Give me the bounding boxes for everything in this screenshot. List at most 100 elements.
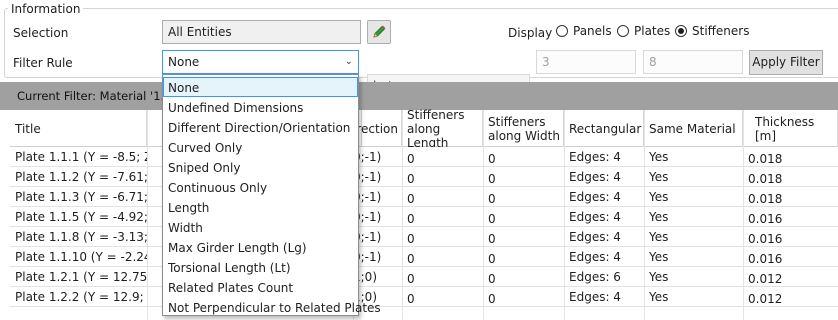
table-row[interactable]: Plate 1.1.8 (Y = -3.13; Z = 1. 0;-1) 0 0 Edg… — [10, 227, 838, 247]
dropdown-option[interactable]: Undefined Dimensions — [163, 97, 358, 117]
cell-sw: 0 — [488, 192, 496, 206]
table-row[interactable]: Plate 1.1.10 (Y = -2.24; Z = 1 0;-1) 0 0 Edg… — [10, 247, 838, 267]
filter-rule-value: None — [168, 55, 200, 69]
table-header: Title irection Stiffeners along Length S… — [10, 108, 838, 150]
cell-sl: 0 — [407, 172, 415, 186]
column-stiffeners-length[interactable]: Stiffeners along Length — [402, 108, 483, 150]
display-plates-label: Plates — [634, 24, 671, 38]
column-same-material[interactable]: Same Material — [644, 110, 743, 147]
cell-same: Yes — [649, 270, 669, 284]
cell-title: Plate 1.1.8 (Y = -3.13; Z = 1. — [15, 230, 147, 244]
column-stiffeners-width[interactable]: Stiffeners along Width — [483, 110, 564, 147]
column-thickness[interactable]: Thickness [m] — [743, 110, 838, 147]
column-divider — [483, 110, 484, 320]
column-divider — [147, 110, 148, 320]
display-stiffeners-radio[interactable]: Stiffeners — [675, 24, 749, 38]
cell-thick: 0.016 — [748, 212, 783, 226]
filter-rule-dropdown: None Undefined Dimensions Different Direct… — [162, 74, 381, 317]
dropdown-option[interactable]: Curved Only — [163, 137, 358, 157]
dropdown-option[interactable]: Sniped Only — [163, 157, 358, 177]
cell-thick: 0.016 — [748, 232, 783, 246]
radio-circle — [617, 25, 629, 37]
information-group-title: Information — [8, 2, 84, 16]
display-stiffeners-label: Stiffeners — [692, 24, 750, 38]
dropdown-option[interactable]: Max Girder Length (Lg) — [163, 237, 358, 257]
chevron-down-icon: ⌄ — [344, 56, 353, 67]
column-divider — [743, 110, 744, 320]
cell-dir: 0;-1) — [353, 210, 382, 224]
cell-rect: Edges: 4 — [569, 150, 621, 164]
radio-circle — [556, 25, 568, 37]
cell-sl: 0 — [407, 232, 415, 246]
cell-rect: Edges: 4 — [569, 190, 621, 204]
table-row[interactable]: Plate 1.1.1 (Y = -8.5; Z = 1.1 0;-1) 0 0 Edg… — [10, 147, 838, 167]
cell-thick: 0.016 — [748, 252, 783, 266]
cell-dir: 0;-1) — [353, 250, 382, 264]
cell-sl: 0 — [407, 192, 415, 206]
cell-thick: 0.018 — [748, 172, 783, 186]
current-filter-bar: Current Filter: Material '1..M — [0, 82, 838, 110]
cell-sw: 0 — [488, 252, 496, 266]
cell-sl: 0 — [407, 252, 415, 266]
cell-thick: 0.012 — [748, 292, 783, 306]
cell-same: Yes — [649, 230, 669, 244]
display-panels-label: Panels — [573, 24, 612, 38]
table-row[interactable]: Plate 1.1.3 (Y = -6.71; Z = 1. 0;-1) 0 0 Edg… — [10, 187, 838, 207]
dropdown-option[interactable]: Not Perpendicular to Related Plates — [163, 297, 381, 317]
cell-same: Yes — [649, 170, 669, 184]
cell-dir: 0;-1) — [353, 170, 382, 184]
column-divider — [564, 110, 565, 320]
table-row[interactable]: Plate 1.2.1 (Y = 12.75; Z = 6. 1;0) 0 0 Edge… — [10, 267, 838, 287]
cell-title: Plate 1.1.1 (Y = -8.5; Z = 1.1 — [15, 150, 147, 164]
cell-sw: 0 — [488, 152, 496, 166]
column-rectangular[interactable]: Rectangular — [564, 110, 644, 147]
cell-dir: 0;-1) — [353, 230, 382, 244]
cell-dir: 0;-1) — [353, 150, 382, 164]
min-value-field[interactable]: 3 — [536, 50, 636, 74]
cell-sw: 0 — [488, 292, 496, 306]
pencil-icon — [373, 25, 386, 38]
cell-sw: 0 — [488, 232, 496, 246]
dropdown-option[interactable]: Width — [163, 217, 358, 237]
edit-selection-button[interactable] — [367, 20, 391, 44]
dropdown-option[interactable]: None — [163, 77, 358, 97]
apply-filter-button[interactable]: Apply Filter — [749, 50, 823, 75]
cell-thick: 0.012 — [748, 272, 783, 286]
dropdown-option[interactable]: Length — [163, 197, 358, 217]
cell-rect: Edges: 6 — [569, 270, 621, 284]
cell-title: Plate 1.1.2 (Y = -7.61; Z = 1. — [15, 170, 147, 184]
dropdown-option[interactable]: Related Plates Count — [163, 277, 358, 297]
cell-title: Plate 1.1.10 (Y = -2.24; Z = 1 — [15, 250, 147, 264]
dropdown-option[interactable]: Different Direction/Orientation — [163, 117, 358, 137]
display-label: Display — [508, 26, 553, 40]
column-divider — [644, 110, 645, 320]
column-divider — [402, 110, 403, 320]
cell-same: Yes — [649, 150, 669, 164]
cell-sl: 0 — [407, 272, 415, 286]
cell-sw: 0 — [488, 172, 496, 186]
cell-title: Plate 1.2.1 (Y = 12.75; Z = 6. — [15, 270, 147, 284]
cell-title: Plate 1.1.5 (Y = -4.92; Z = 1. — [15, 210, 147, 224]
dropdown-option[interactable]: Continuous Only — [163, 177, 358, 197]
cell-title: Plate 1.1.3 (Y = -6.71; Z = 1. — [15, 190, 147, 204]
display-panels-radio[interactable]: Panels — [556, 24, 612, 38]
cell-sl: 0 — [407, 152, 415, 166]
table-row[interactable]: Plate 1.1.2 (Y = -7.61; Z = 1. 0;-1) 0 0 Edg… — [10, 167, 838, 187]
radio-circle-checked — [675, 25, 687, 37]
max-value-field[interactable]: 8 — [643, 50, 743, 74]
dropdown-option[interactable]: Torsional Length (Lt) — [163, 257, 358, 277]
display-plates-radio[interactable]: Plates — [617, 24, 670, 38]
table-row[interactable]: Plate 1.2.2 (Y = 12.9; Z = 5.71;0)00Edge… — [10, 287, 838, 307]
cell-rect: Edges: 4 — [569, 290, 621, 304]
cell-rect: Edges: 4 — [569, 250, 621, 264]
table-row[interactable]: Plate 1.1.5 (Y = -4.92; Z = 1. 0;-1) 0 0 Edg… — [10, 207, 838, 227]
cell-sl: 0 — [407, 292, 415, 306]
cell-same: Yes — [649, 250, 669, 264]
column-title[interactable]: Title — [10, 110, 147, 147]
column-direction[interactable]: irection — [353, 110, 402, 147]
selection-label: Selection — [13, 26, 69, 40]
cell-same: Yes — [649, 190, 669, 204]
selection-field[interactable]: All Entities — [162, 20, 361, 44]
filter-rule-combo[interactable]: None ⌄ — [162, 50, 359, 74]
cell-same: Yes — [649, 290, 669, 304]
